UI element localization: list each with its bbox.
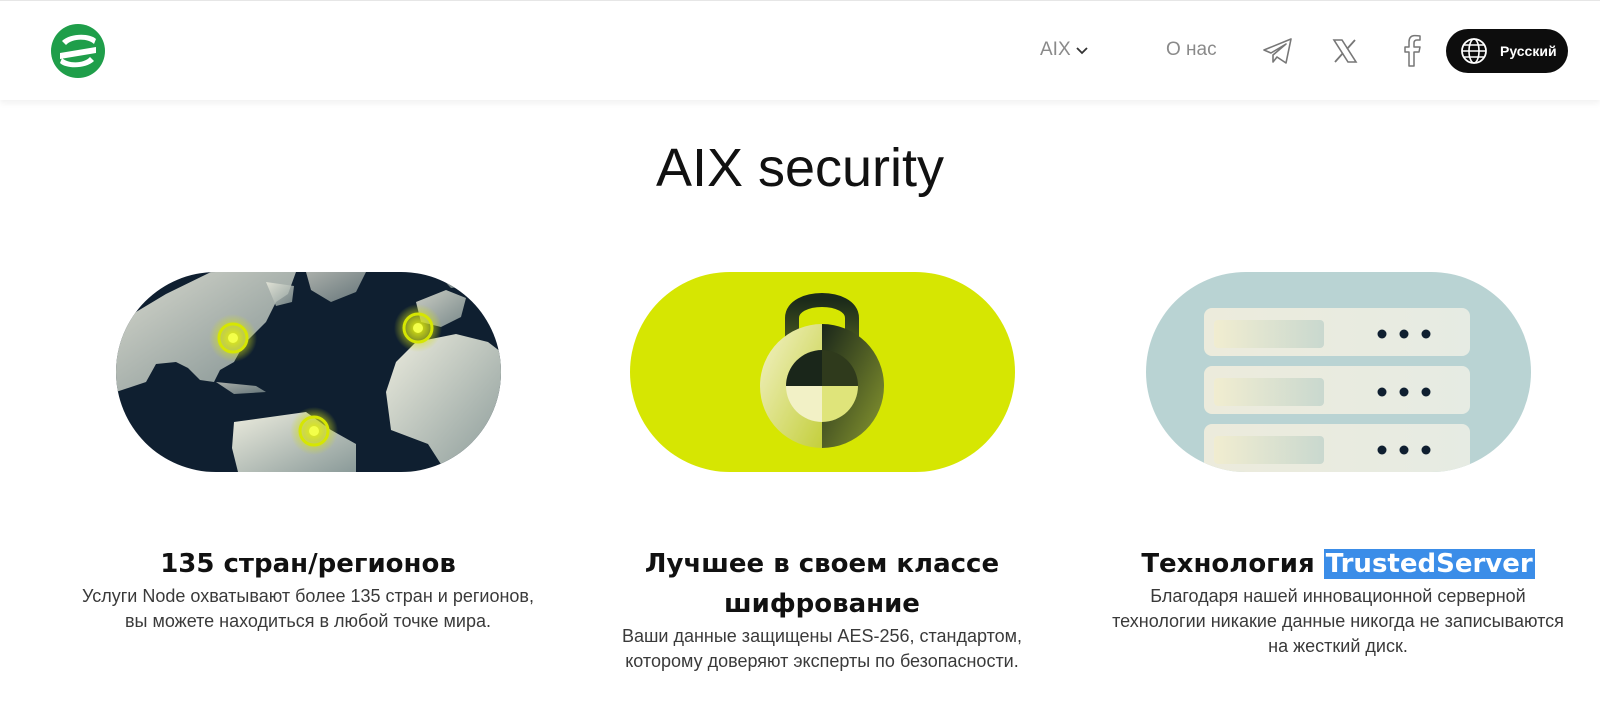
telegram-link[interactable] xyxy=(1260,33,1296,69)
x-link[interactable] xyxy=(1327,33,1363,69)
selected-text-highlight: TrustedServer xyxy=(1323,549,1535,579)
server-rack-icon xyxy=(1145,272,1531,472)
nav-about-link[interactable]: О нас xyxy=(1166,39,1217,61)
facebook-icon xyxy=(1404,34,1421,67)
language-button[interactable]: Русский xyxy=(1446,29,1568,73)
site-header: AIX О нас Русский xyxy=(0,0,1600,100)
server-illustration xyxy=(1145,272,1531,472)
padlock-icon xyxy=(629,272,1015,472)
feature-title: Лучшее в своем классе шифрование xyxy=(644,549,1000,619)
feature-description: Ваши данные защищены AES-256, стандартом… xyxy=(621,626,1023,671)
language-label: Русский xyxy=(1500,43,1557,59)
feature-countries: 135 стран/регионов Услуги Node охватываю… xyxy=(73,272,543,634)
telegram-icon xyxy=(1263,38,1292,64)
world-map-icon xyxy=(115,272,501,472)
feature-description: Услуги Node охватывают более 135 стран и… xyxy=(82,586,534,631)
world-map-illustration xyxy=(115,272,501,472)
nav-aix-dropdown[interactable]: AIX xyxy=(1040,39,1089,61)
facebook-link[interactable] xyxy=(1394,33,1430,69)
feature-encryption: Лучшее в своем классе шифрование Ваши да… xyxy=(587,272,1057,674)
lock-illustration xyxy=(629,272,1015,472)
nav-aix-label: AIX xyxy=(1040,39,1071,60)
x-icon xyxy=(1332,39,1358,63)
globe-icon xyxy=(1461,38,1487,64)
page-title: AIX security xyxy=(655,138,945,198)
feature-description: Благодаря нашей инновационной серверной … xyxy=(1112,586,1564,656)
feature-title: Технология TrustedServer xyxy=(1103,544,1573,584)
chevron-down-icon xyxy=(1075,47,1088,55)
feature-trustedserver: Технология TrustedServer Благодаря нашей… xyxy=(1103,272,1573,659)
feature-title: 135 стран/регионов xyxy=(160,549,456,579)
brand-logo[interactable] xyxy=(50,23,106,79)
feature-title-prefix: Технология xyxy=(1141,549,1324,579)
logo-icon xyxy=(51,24,105,78)
